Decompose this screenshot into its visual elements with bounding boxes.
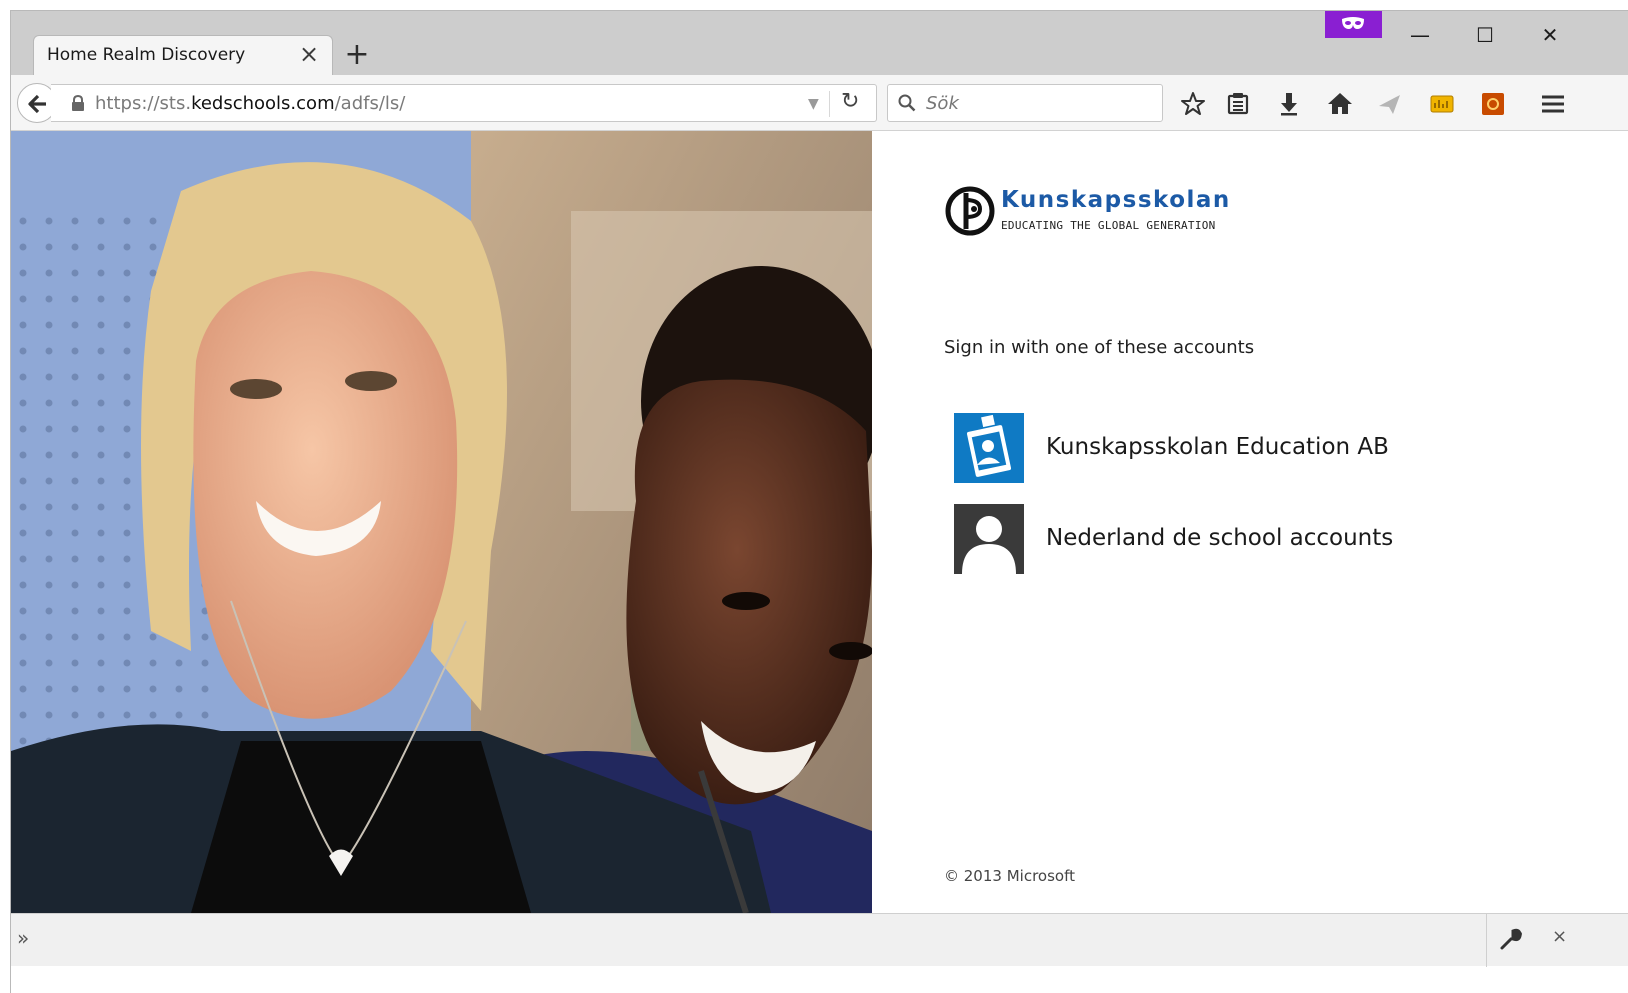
minimize-button[interactable]: — [1394, 17, 1446, 53]
generic-user-icon [954, 504, 1024, 574]
bookmark-star-icon[interactable] [1179, 90, 1207, 118]
reading-list-icon[interactable] [1224, 90, 1252, 118]
search-icon [898, 94, 916, 112]
url-divider [829, 91, 830, 117]
sign-in-panel: Kunskapsskolan EDUCATING THE GLOBAL GENE… [872, 131, 1628, 913]
url-host: kedschools.com [191, 93, 335, 114]
idp-label: Nederland de school accounts [1046, 525, 1394, 551]
private-browsing-mask-icon [1325, 11, 1382, 38]
developer-toolbar: » × [11, 913, 1628, 967]
kunskapsskolan-logo-mark-icon [945, 186, 995, 236]
new-tab-button[interactable]: + [343, 40, 371, 70]
tab-home-realm-discovery[interactable]: Home Realm Discovery × [33, 35, 333, 75]
wrench-icon[interactable] [1499, 927, 1523, 951]
sign-in-intro: Sign in with one of these accounts [944, 337, 1255, 358]
copyright: © 2013 Microsoft [944, 867, 1075, 885]
hero-photo [11, 131, 872, 913]
search-bar[interactable] [887, 84, 1163, 122]
toolbar-divider [1486, 914, 1487, 967]
reload-icon[interactable]: ↻ [841, 89, 859, 114]
idp-kunskapsskolan-button[interactable]: Kunskapsskolan Education AB [954, 413, 1554, 483]
tab-close-icon[interactable]: × [296, 42, 322, 68]
id-badge-icon [954, 413, 1024, 483]
idp-label: Kunskapsskolan Education AB [1046, 434, 1389, 460]
history-dropdown-icon[interactable]: ▼ [808, 96, 819, 112]
logo-tagline: EDUCATING THE GLOBAL GENERATION [1001, 219, 1216, 232]
page-content: Kunskapsskolan EDUCATING THE GLOBAL GENE… [11, 131, 1628, 913]
extension-orange-icon[interactable] [1479, 90, 1507, 118]
send-tab-icon[interactable] [1376, 90, 1404, 118]
extension-yellow-icon[interactable] [1428, 90, 1456, 118]
tab-title: Home Realm Discovery [47, 45, 246, 65]
kunskapsskolan-logo: Kunskapsskolan EDUCATING THE GLOBAL GENE… [944, 185, 1229, 241]
close-window-button[interactable]: ✕ [1524, 17, 1576, 53]
idp-nederland-button[interactable]: Nederland de school accounts [954, 504, 1554, 574]
logo-name: Kunskapsskolan [1001, 187, 1231, 213]
home-icon[interactable] [1326, 90, 1354, 118]
url-text[interactable]: https://sts.kedschools.com/adfs/ls/ [95, 93, 405, 114]
students-illustration [11, 131, 872, 913]
download-icon[interactable] [1275, 90, 1303, 118]
back-arrow-icon [28, 94, 46, 114]
command-prompt-chevron-icon[interactable]: » [17, 926, 29, 950]
search-input[interactable] [924, 85, 1154, 121]
url-bar[interactable]: https://sts.kedschools.com/adfs/ls/ ▼ ↻ [51, 84, 877, 122]
toolbar-close-icon[interactable]: × [1552, 926, 1567, 947]
url-path: /adfs/ls/ [334, 93, 406, 114]
navigation-toolbar: https://sts.kedschools.com/adfs/ls/ ▼ ↻ [11, 75, 1628, 131]
url-prefix: https://sts. [95, 93, 192, 114]
maximize-button[interactable]: ☐ [1459, 17, 1511, 53]
browser-window: Home Realm Discovery × + — ☐ ✕ https://s… [10, 10, 1628, 993]
lock-icon[interactable] [71, 95, 85, 112]
menu-icon[interactable] [1539, 90, 1567, 118]
tab-strip: Home Realm Discovery × + — ☐ ✕ [11, 11, 1628, 75]
